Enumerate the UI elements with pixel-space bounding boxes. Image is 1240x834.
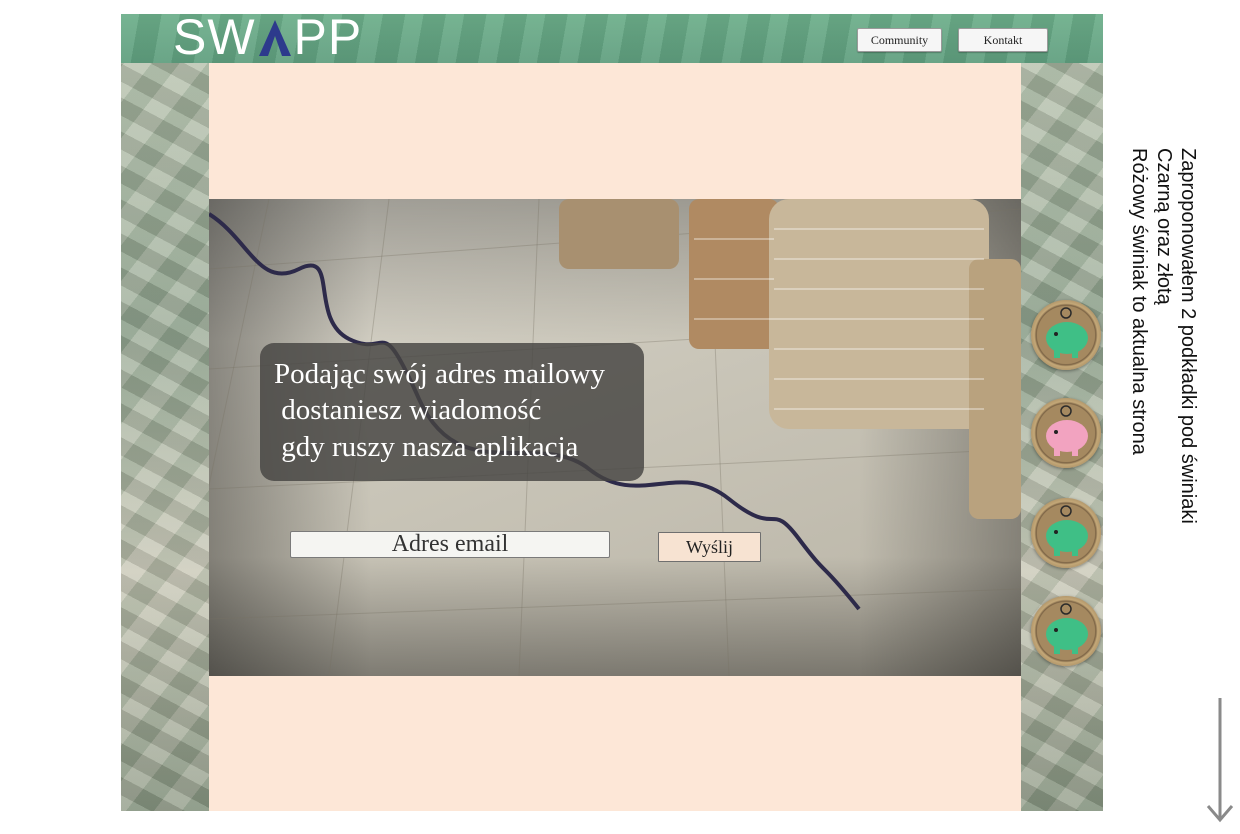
piggy-bank-icon: [1046, 405, 1088, 456]
annotation-line-2: Czarną oraz złotą: [1153, 148, 1175, 305]
content-bottom-panel: [209, 676, 1021, 811]
annotation-line-1: Zaproponowałem 2 podkładki pod świniaki: [1177, 148, 1199, 524]
info-message-box: Podając swój adres mailowy dostaniesz wi…: [260, 343, 644, 481]
piggy-bank-icon: [1046, 603, 1088, 654]
piggy-badge-4[interactable]: [1031, 596, 1101, 666]
annotation-line-3: Różowy świniak to aktualna strona: [1128, 148, 1150, 455]
piggy-badge-3[interactable]: [1031, 498, 1101, 568]
email-input[interactable]: [290, 531, 610, 558]
arrow-down-icon: [1206, 698, 1234, 823]
content-top-panel: [209, 63, 1021, 199]
info-message-line-1: Podając swój adres mailowy: [274, 358, 606, 390]
logo-text-left: SW: [173, 14, 256, 65]
logo-text-right: PP: [293, 14, 363, 65]
info-message-line-2: dostaniesz wiadomość: [274, 394, 542, 426]
nav-community-button[interactable]: Community: [857, 28, 942, 52]
nav-kontakt-button[interactable]: Kontakt: [958, 28, 1048, 52]
piggy-bank-icon: [1046, 307, 1088, 358]
send-button[interactable]: Wyślij: [658, 532, 761, 562]
piggy-badge-1[interactable]: [1031, 300, 1101, 370]
piggy-bank-icon: [1046, 505, 1088, 556]
piggy-body: [1046, 322, 1088, 354]
logo-a-mark-icon: [258, 20, 291, 56]
piggy-badge-2-current[interactable]: [1031, 398, 1101, 468]
hero-section: Podając swój adres mailowy dostaniesz wi…: [209, 199, 1021, 676]
swapp-logo[interactable]: SW PP: [173, 14, 362, 62]
info-message-line-3: gdy ruszy nasza aplikacja: [274, 431, 579, 463]
header-bar: SW PP Community Kontakt: [121, 14, 1103, 63]
side-badge-strip: [1021, 63, 1103, 811]
